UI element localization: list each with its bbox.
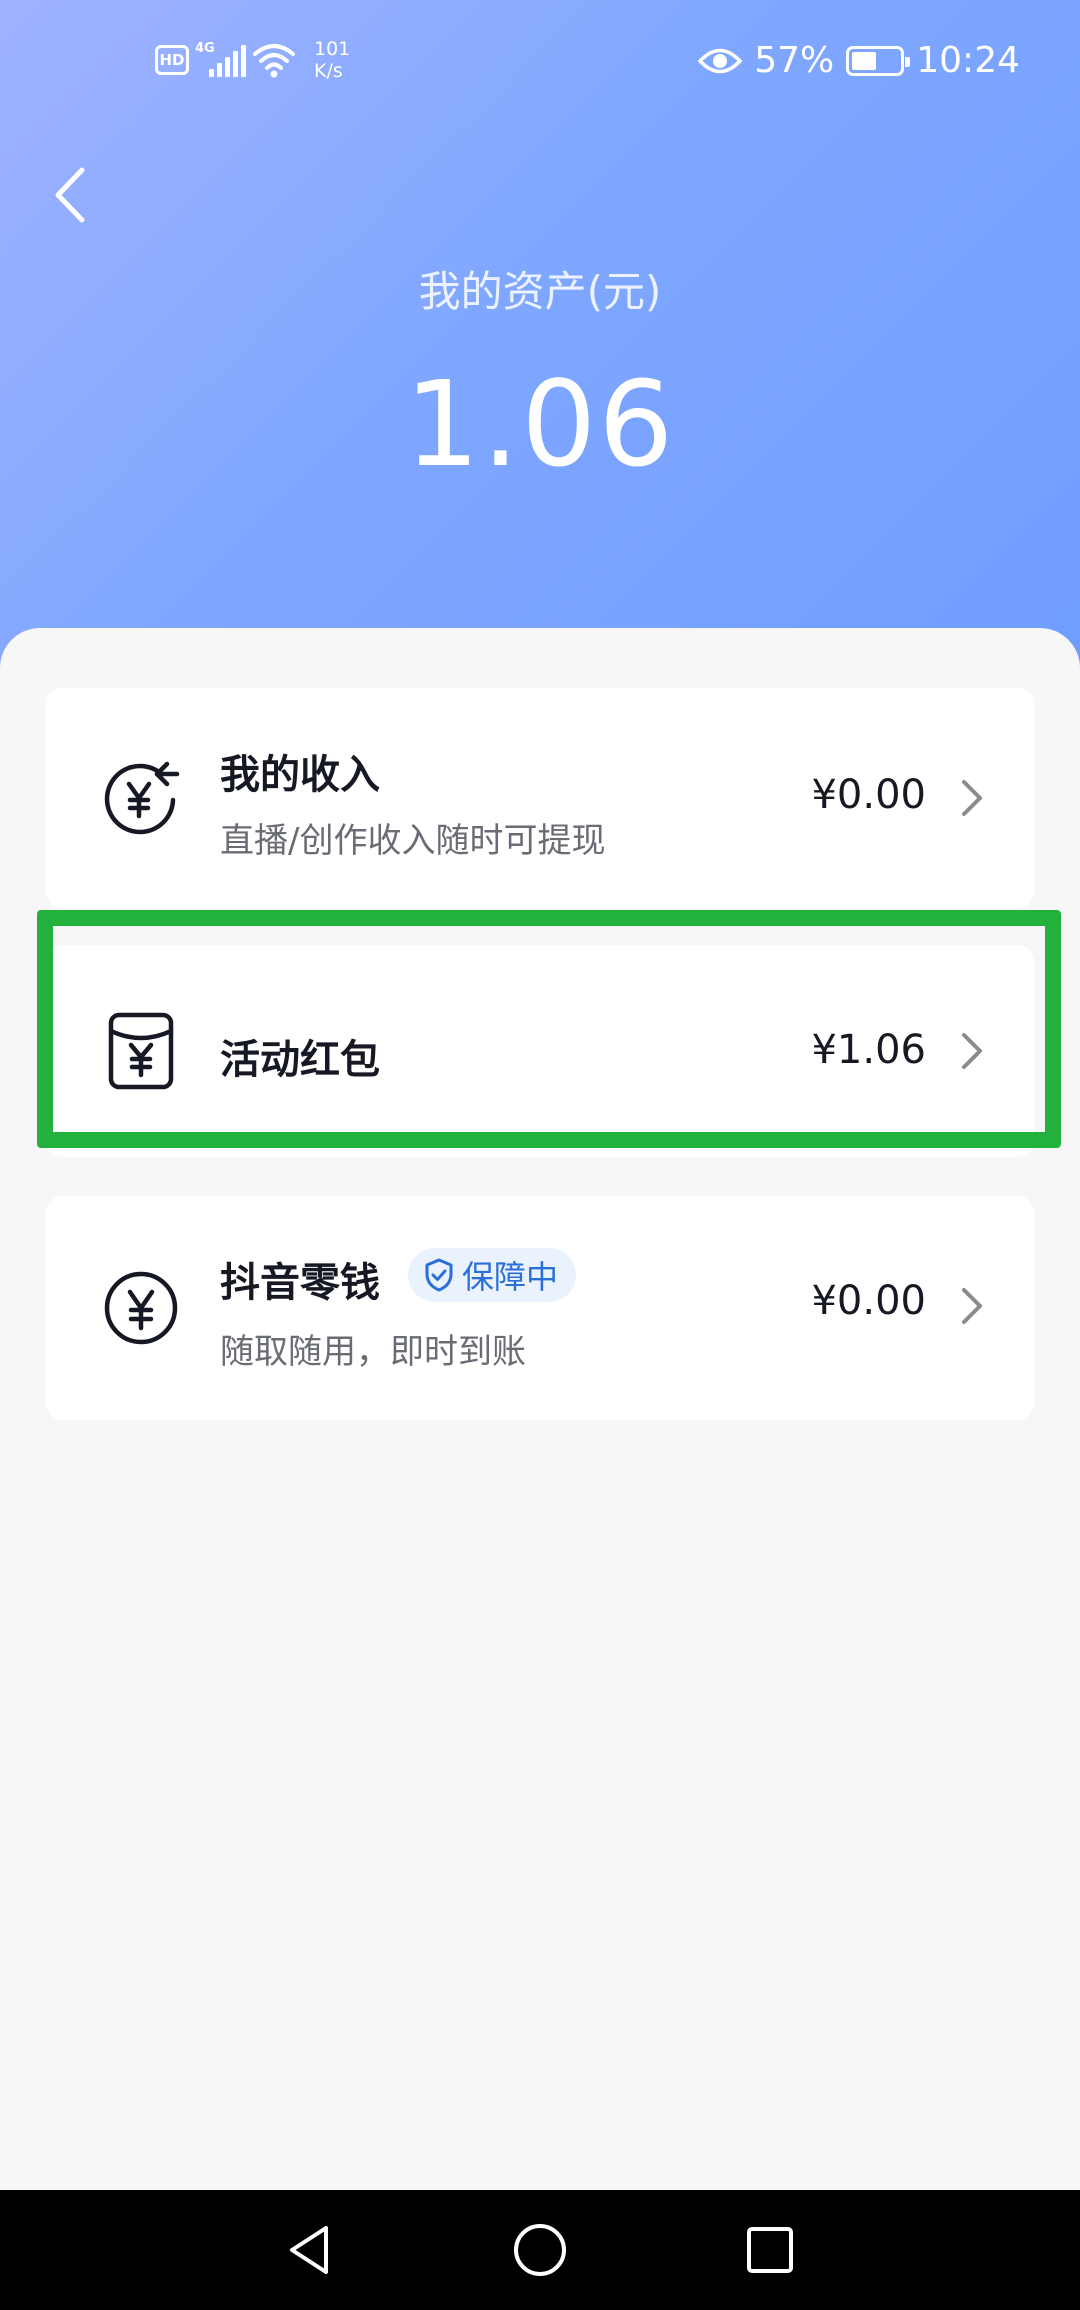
income-title: 我的收入	[220, 752, 380, 798]
speed-unit: K/s	[314, 60, 343, 82]
speed-value: 101	[314, 38, 351, 60]
total-asset-value: 1.06	[404, 355, 676, 493]
status-bar: HD 4G 101 K/s 57% 10:24	[0, 0, 1080, 130]
nav-home-icon[interactable]	[510, 2220, 570, 2280]
red-packet-icon	[108, 1012, 174, 1090]
cellular-signal-icon: 4G	[195, 41, 246, 77]
eye-comfort-icon	[698, 48, 743, 73]
chevron-right-icon	[962, 780, 982, 816]
status-right: 57% 10:24	[698, 40, 1020, 81]
red-packet-card[interactable]: 活动红包 ¥1.06	[46, 945, 1034, 1157]
wallet-change-amount: ¥0.00	[811, 1278, 926, 1324]
battery-icon	[846, 45, 911, 76]
battery-percent: 57%	[754, 40, 835, 81]
yuan-coin-icon	[104, 1271, 178, 1345]
chevron-left-icon	[55, 167, 85, 223]
network-speed: 101 K/s	[314, 38, 350, 82]
nav-back-icon[interactable]	[280, 2220, 340, 2280]
status-left: HD 4G 101 K/s	[155, 38, 350, 82]
chevron-right-icon	[962, 1288, 982, 1324]
wallet-change-subtitle: 随取随用，即时到账	[220, 1332, 526, 1372]
yuan-income-icon	[104, 761, 180, 835]
wallet-change-title: 抖音零钱	[220, 1260, 380, 1306]
wifi-icon	[253, 44, 295, 78]
header-banner: HD 4G 101 K/s 57% 10:24 我的资产(元) 1.06	[0, 0, 1080, 700]
asset-title: 我的资产(元)	[418, 267, 662, 316]
income-subtitle: 直播/创作收入随时可提现	[220, 821, 606, 861]
shield-check-icon	[425, 1258, 453, 1292]
nav-recents-icon[interactable]	[740, 2220, 800, 2280]
battery-fill	[852, 51, 876, 70]
network-type-label: 4G	[195, 41, 215, 56]
income-amount: ¥0.00	[811, 772, 926, 818]
clock: 10:24	[916, 40, 1020, 81]
red-packet-amount: ¥1.06	[811, 1027, 926, 1073]
chevron-right-icon	[962, 1033, 982, 1069]
wallet-change-card[interactable]: 抖音零钱 保障中 随取随用，即时到账 ¥0.00	[46, 1196, 1034, 1420]
hd-icon: HD	[155, 45, 189, 75]
back-button[interactable]	[40, 160, 100, 230]
protection-badge: 保障中	[408, 1248, 577, 1302]
system-nav-bar	[0, 2190, 1080, 2310]
protection-badge-label: 保障中	[462, 1258, 559, 1296]
income-card[interactable]: 我的收入 直播/创作收入随时可提现 ¥0.00	[46, 688, 1034, 908]
red-packet-title: 活动红包	[220, 1037, 380, 1083]
